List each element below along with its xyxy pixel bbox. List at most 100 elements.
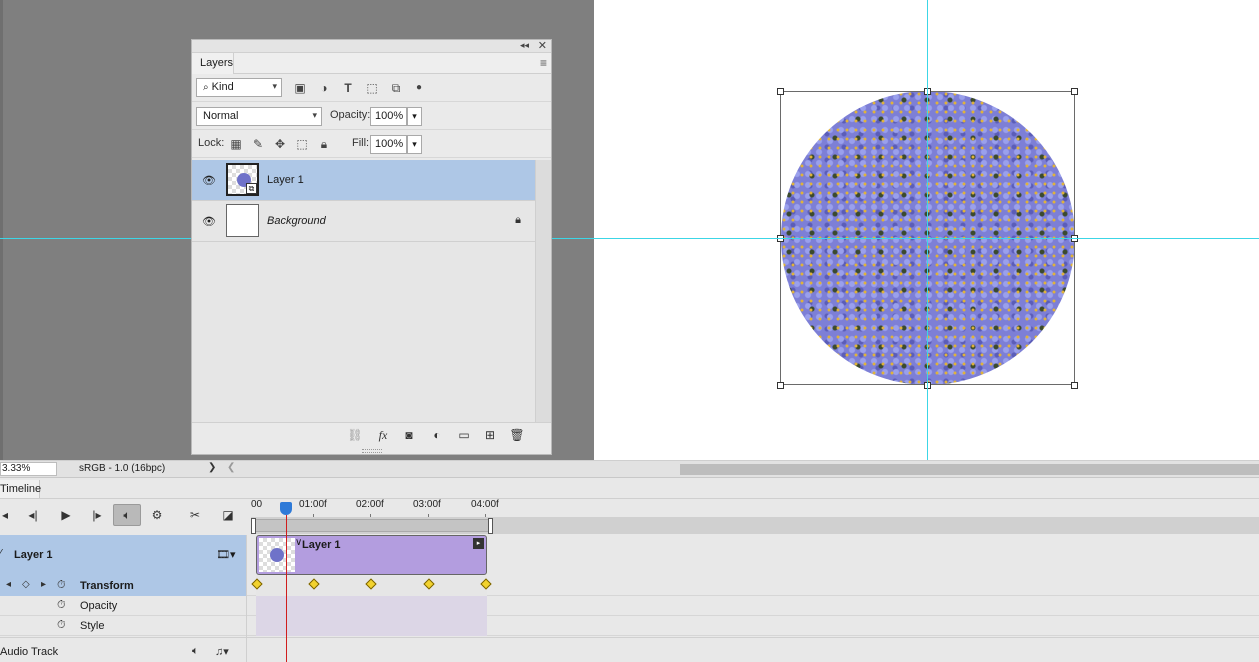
vertical-guide[interactable] <box>927 0 928 460</box>
transition-icon[interactable]: ◪ <box>219 508 237 522</box>
next-frame-icon[interactable]: |▸ <box>88 508 106 522</box>
transform-handle-br[interactable] <box>1071 382 1078 389</box>
fill-chevron-icon[interactable]: ▾ <box>407 135 422 154</box>
ruler-label: 00 <box>251 499 263 510</box>
lock-position-icon[interactable]: ✥ <box>272 136 288 152</box>
panel-menu-icon[interactable]: ≡ <box>540 56 547 70</box>
timeline-layer-track[interactable]: ⁄ Layer 1 🎞︎▾ <box>0 535 246 576</box>
property-header[interactable]: ◂ ◇ ▸ ⏱︎ Transform <box>0 576 246 596</box>
chevron-down-icon: ▾ <box>312 110 317 120</box>
tab-layers[interactable]: Layers <box>192 53 234 74</box>
lock-label: Lock: <box>198 137 225 149</box>
blend-row: Normal ▾ Opacity: 100% ▾ <box>192 102 551 130</box>
visibility-eye-icon[interactable]: 👁︎ <box>202 174 216 187</box>
zoom-input[interactable]: 3.33% <box>0 462 57 476</box>
blend-mode-value: Normal <box>203 110 239 122</box>
expand-chevron-icon[interactable]: ⁄ <box>0 548 2 559</box>
horizontal-guide[interactable] <box>0 238 1259 239</box>
tab-timeline[interactable]: Timeline <box>0 480 41 499</box>
layer-thumbnail[interactable] <box>226 204 259 237</box>
link-layers-icon[interactable]: ⛓ <box>347 428 363 442</box>
split-scissors-icon[interactable]: ✂ <box>186 508 204 522</box>
property-row-transform: ◂ ◇ ▸ ⏱︎ Transform <box>0 576 1259 596</box>
panel-title-bar[interactable]: ◂◂ ✕ <box>192 40 551 53</box>
track-divider <box>246 535 247 662</box>
new-group-icon[interactable]: ▭ <box>456 428 472 442</box>
timeline-panel: Timeline ◂ ◂| ▶ |▸ 🔈︎ ⚙ ✂ ◪ 00 01:00f 02… <box>0 477 1259 662</box>
property-track <box>256 596 487 616</box>
type-filter-icon[interactable]: T <box>340 80 356 96</box>
layer-row-layer-1[interactable]: 👁︎ ⧉ Layer 1 <box>192 160 535 201</box>
audio-toggle-icon[interactable]: 🔈︎ <box>113 504 141 526</box>
status-arrow-icon[interactable]: ❯ <box>208 462 216 473</box>
property-header[interactable]: ⏱︎ Opacity <box>0 596 246 616</box>
visibility-eye-icon[interactable]: 👁︎ <box>202 215 216 228</box>
filter-kind-dropdown[interactable]: ⌕ Kind ▾ <box>196 78 282 97</box>
layer-lock-icon[interactable]: 🔒︎ <box>515 214 521 227</box>
stopwatch-icon[interactable]: ⏱︎ <box>57 579 66 592</box>
work-area-end-handle[interactable] <box>488 518 493 534</box>
close-panel-icon[interactable]: ✕ <box>538 39 547 52</box>
fill-input[interactable]: 100% <box>370 135 407 154</box>
play-icon[interactable]: ▶ <box>57 508 75 522</box>
adjustment-filter-icon[interactable]: ◑ <box>316 80 332 96</box>
settings-gear-icon[interactable]: ⚙ <box>148 508 166 522</box>
filter-toggle-icon[interactable]: ● <box>411 80 427 96</box>
blend-mode-dropdown[interactable]: Normal ▾ <box>196 107 322 126</box>
add-mask-icon[interactable]: ◙ <box>401 428 417 442</box>
horizontal-scrollbar[interactable] <box>680 464 1259 475</box>
tab-divider <box>0 498 1259 499</box>
opacity-chevron-icon[interactable]: ▾ <box>407 107 422 126</box>
next-keyframe-icon[interactable]: ▸ <box>41 579 46 590</box>
fx-icon[interactable]: fx <box>375 428 391 443</box>
shape-filter-icon[interactable]: ⬚ <box>364 80 380 96</box>
lock-pixels-icon[interactable]: ✎ <box>250 136 266 152</box>
chevron-down-icon: ▾ <box>272 81 277 91</box>
audio-mute-icon[interactable]: 🔈︎ <box>192 645 199 658</box>
playhead-handle[interactable] <box>280 502 292 515</box>
ruler-label: 03:00f <box>413 499 441 510</box>
track-layer-name: Layer 1 <box>14 549 53 561</box>
trash-icon[interactable]: 🗑︎ <box>509 428 525 442</box>
lock-transparent-icon[interactable]: ▦ <box>228 136 244 152</box>
layer-name[interactable]: Background <box>267 215 326 227</box>
clip-menu-icon[interactable]: ▸ <box>473 538 484 549</box>
property-name: Style <box>80 620 105 632</box>
add-keyframe-icon[interactable]: ◇ <box>22 579 30 590</box>
stopwatch-icon[interactable]: ⏱︎ <box>57 599 66 612</box>
collapse-panel-icon[interactable]: ◂◂ <box>520 40 529 51</box>
adjustment-layer-icon[interactable]: ◐ <box>429 428 445 442</box>
layer-list-scrollbar[interactable] <box>535 160 551 422</box>
previous-frame-icon[interactable]: ◂| <box>24 508 42 522</box>
scroll-left-icon[interactable]: ❮ <box>227 462 235 473</box>
clip-thumbnail <box>259 538 295 572</box>
panel-resize-grip[interactable] <box>362 449 382 453</box>
transform-handle-tr[interactable] <box>1071 88 1078 95</box>
property-header[interactable]: ⏱︎ Style <box>0 616 246 636</box>
transform-handle-tl[interactable] <box>777 88 784 95</box>
lock-all-icon[interactable]: 🔒︎ <box>316 136 332 152</box>
music-note-icon[interactable]: ♫▾ <box>215 645 229 658</box>
new-layer-icon[interactable]: ⊞ <box>482 428 498 442</box>
layer-clip[interactable]: ∨ Layer 1 ▸ <box>256 535 487 575</box>
layer-row-background[interactable]: 👁︎ Background 🔒︎ <box>192 201 535 242</box>
transform-handle-bl[interactable] <box>777 382 784 389</box>
layer-name[interactable]: Layer 1 <box>267 174 304 186</box>
pixel-layer-filter-icon[interactable]: ▣ <box>292 80 308 96</box>
work-area-bar[interactable] <box>252 519 492 532</box>
go-first-frame-icon[interactable]: ◂ <box>0 508 14 522</box>
film-icon[interactable]: 🎞︎▾ <box>216 548 236 561</box>
pasteboard-edge <box>0 0 3 460</box>
ruler-label: 04:00f <box>471 499 499 510</box>
opacity-input[interactable]: 100% <box>370 107 407 126</box>
stopwatch-icon[interactable]: ⏱︎ <box>57 619 66 632</box>
smart-object-badge-icon: ⧉ <box>246 183 257 194</box>
smart-object-filter-icon[interactable]: ⧉ <box>388 80 404 96</box>
layer-thumbnail[interactable]: ⧉ <box>226 163 259 196</box>
audio-track-row[interactable]: Audio Track 🔈︎ ♫▾ <box>0 637 1259 662</box>
color-profile-text: sRGB - 1.0 (16bpc) <box>79 463 166 474</box>
property-row-opacity: ⏱︎ Opacity <box>0 596 1259 616</box>
prev-keyframe-icon[interactable]: ◂ <box>6 579 11 590</box>
lock-artboard-icon[interactable]: ⬚ <box>294 136 310 152</box>
work-area-start-handle[interactable] <box>251 518 256 534</box>
